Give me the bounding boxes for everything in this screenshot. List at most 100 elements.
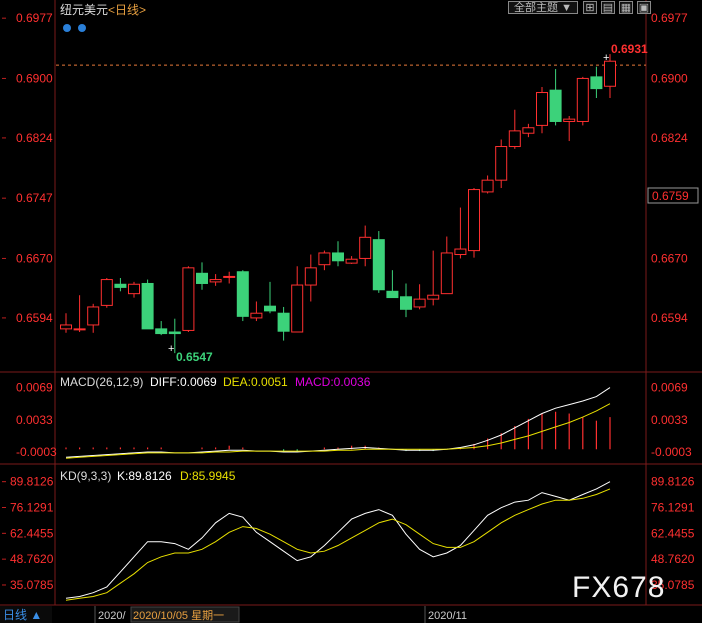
kd-title: KD(9,3,3) — [60, 469, 111, 483]
kd-axis-left: 89.8126 76.1291 62.4455 48.7620 35.0785 — [10, 475, 54, 592]
kd-grid — [2, 481, 6, 586]
candle-body — [304, 267, 317, 286]
kd-k-line — [65, 481, 611, 599]
date-label-1: 2020/ — [98, 610, 126, 622]
kd-tick-label: 48.7620 — [651, 552, 695, 566]
kd-k-label: K:89.8126 — [117, 469, 172, 483]
price-tick-label: 0.6977 — [16, 11, 53, 25]
kd-tick-label: 76.1291 — [651, 501, 695, 515]
candle-body — [508, 130, 521, 148]
candle-body — [549, 89, 562, 122]
candle-body — [291, 284, 304, 333]
price-tick-label: 0.6670 — [651, 251, 688, 265]
period-button[interactable]: 日线 ▲ — [3, 608, 42, 622]
maximize-icon[interactable]: ▣ — [637, 1, 651, 14]
layout-icon[interactable]: ▤ — [601, 1, 615, 14]
kd-tick-label: 48.7620 — [10, 552, 54, 566]
candle-body — [196, 272, 208, 284]
kd-tick-label: 35.0785 — [10, 578, 54, 592]
period-label: <日线> — [108, 3, 147, 17]
price-axis-left: 0.6977 0.6900 0.6824 0.6747 0.6670 0.6594 — [16, 11, 53, 325]
candle-body — [345, 258, 358, 264]
price-tick-label: 0.6977 — [651, 11, 688, 25]
chart-stage: 0.6977 0.6900 0.6824 0.6747 0.6670 0.6594 0.6… — [0, 0, 702, 623]
candle-body — [454, 248, 467, 256]
price-tag-label: 0.6759 — [652, 189, 689, 203]
candle-body — [604, 60, 616, 87]
candle-body — [155, 328, 168, 335]
candle-body — [277, 312, 290, 332]
candle-body — [563, 118, 576, 122]
kd-d-label: D:85.9945 — [180, 469, 236, 483]
candle-body — [168, 331, 181, 335]
chart-title: 纽元美元<日线> — [60, 1, 146, 18]
candle-body — [223, 275, 236, 278]
candle-body — [413, 298, 426, 308]
candle-body — [73, 328, 86, 331]
price-tick-label: 0.6900 — [16, 71, 53, 85]
price-tick-label: 0.6824 — [651, 131, 688, 145]
candle-body — [468, 189, 480, 252]
symbol-name: 纽元美元 — [60, 3, 109, 17]
macd-axis-right: 0.0069 0.0033 -0.0003 — [651, 381, 692, 459]
candle-body — [128, 283, 140, 295]
date-label-3: 2020/11 — [428, 610, 467, 622]
price-tick-label: 0.6670 — [16, 251, 53, 265]
kd-tick-label: 89.8126 — [651, 475, 695, 489]
candle-body — [236, 271, 249, 317]
price-axis-right: 0.69770.69000.68240.67470.66700.6594 — [651, 11, 688, 325]
macd-tick-label: -0.0003 — [16, 445, 57, 459]
price-tick-label: 0.6900 — [651, 71, 688, 85]
candle-body — [182, 267, 195, 331]
price-tick-label: 0.6747 — [16, 191, 53, 205]
macd-tick-label: 0.0069 — [16, 381, 53, 395]
candle-body — [141, 282, 154, 330]
candle-body — [250, 312, 263, 319]
macd-dea-label: DEA:0.0051 — [223, 375, 288, 389]
grid-view-icon[interactable]: ⊞ — [583, 1, 597, 14]
low-marker-icon: + — [168, 343, 174, 355]
candle-body — [87, 306, 100, 326]
candle-body — [481, 179, 494, 193]
kd-d-line — [65, 488, 611, 601]
indicator-dot-icon[interactable] — [63, 24, 71, 32]
kd-tick-label: 62.4455 — [10, 526, 54, 540]
candle-body — [495, 146, 508, 181]
low-price-label: 0.6547 — [176, 350, 213, 364]
candle-body — [318, 252, 331, 266]
candle-body — [359, 236, 372, 259]
macd-tick-label: 0.0033 — [16, 413, 53, 427]
candlestick-series — [60, 54, 616, 354]
price-grid — [2, 17, 6, 319]
macd-diff-label: DIFF:0.0069 — [150, 375, 217, 389]
candle-body — [114, 283, 127, 288]
candle-body — [536, 92, 548, 126]
macd-value-label: MACD:0.0036 — [295, 375, 371, 389]
price-tick-label: 0.6594 — [651, 311, 688, 325]
candle-body — [209, 279, 222, 283]
layers-icon[interactable]: ▦ — [619, 1, 633, 14]
candle-body — [576, 77, 589, 122]
candle-body — [522, 127, 535, 134]
theme-select[interactable]: 全部主题 ▼ — [508, 1, 578, 14]
macd-axis-left: 0.0069 0.0033 -0.0003 — [16, 381, 57, 459]
chevron-down-icon: ▼ — [561, 2, 572, 14]
candle-body — [427, 294, 440, 300]
candle-body — [332, 252, 344, 262]
candle-body — [372, 239, 385, 291]
macd-histogram — [65, 411, 611, 452]
kd-tick-label: 62.4455 — [651, 526, 695, 540]
price-tick-label: 0.6594 — [16, 311, 53, 325]
high-price-label: 0.6931 — [611, 42, 648, 56]
macd-tick-label: -0.0003 — [651, 445, 692, 459]
high-marker-icon: + — [603, 52, 609, 64]
watermark-logo: FX678 — [572, 571, 665, 604]
macd-title: MACD(26,12,9) — [60, 375, 143, 389]
kd-tick-label: 76.1291 — [10, 501, 54, 515]
candle-body — [590, 76, 603, 90]
kd-tick-label: 89.8126 — [10, 475, 54, 489]
theme-select-label: 全部主题 — [514, 2, 559, 14]
indicator-dot-icon[interactable] — [78, 24, 86, 32]
price-tick-label: 0.6824 — [16, 131, 53, 145]
candle-body — [386, 290, 399, 299]
